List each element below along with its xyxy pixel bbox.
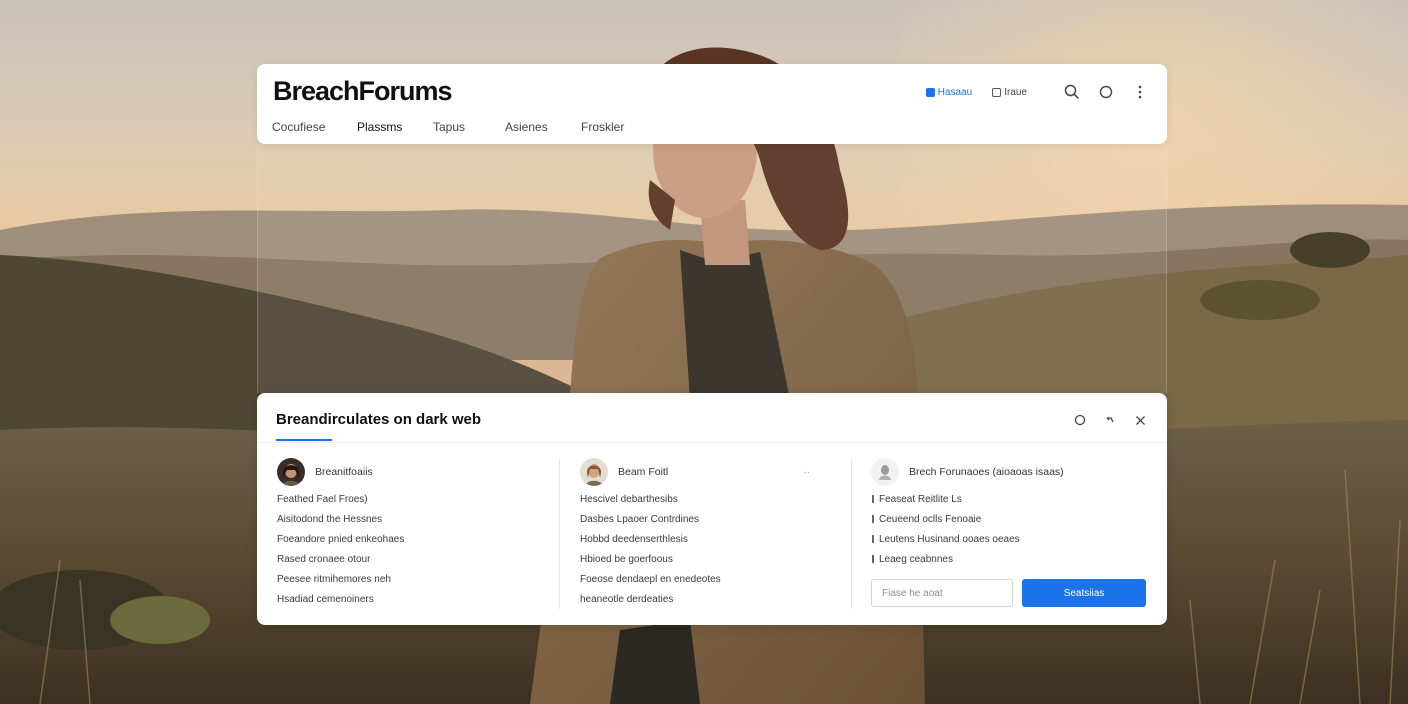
avatar	[580, 458, 608, 486]
bookmark-link[interactable]: Iraue	[992, 87, 1027, 98]
list-item[interactable]: Ceueend oclls Fenoaie	[871, 510, 1151, 530]
column-header[interactable]: Breanitfoaiis	[277, 457, 547, 487]
search-input[interactable]	[871, 579, 1013, 607]
list-item[interactable]: Hobbd deedenserthlesis	[580, 530, 830, 550]
thread-list: Hescivel debarthesibs Dasbes Lpaoer Cont…	[580, 490, 830, 610]
search-row: Seatsiias	[871, 579, 1146, 607]
avatar	[277, 458, 305, 486]
panel-divider	[257, 442, 1167, 443]
bullet-icon	[872, 555, 874, 563]
column-divider	[559, 459, 560, 609]
active-tab-indicator	[276, 439, 332, 441]
forum-column-3: Brech Forunaoes (aioaoas isaas) Feaseat …	[871, 457, 1151, 570]
bookmark-link-label: Iraue	[1004, 86, 1027, 98]
list-item[interactable]: Hsadiad cemenoiners	[277, 590, 547, 610]
search-icon	[1064, 84, 1080, 100]
glass-overlay	[257, 144, 1167, 393]
arrow-icon	[1106, 417, 1114, 423]
list-item[interactable]: Hbioed be goerfoous	[580, 550, 830, 570]
more-icon[interactable]: ··	[803, 467, 810, 478]
bullet-icon	[872, 495, 874, 503]
main-nav: Cocufiese Plassms Tapus Asienes Froskler	[272, 120, 641, 134]
column-title: Beam Foitl	[618, 466, 669, 478]
thread-list: Feaseat Reitlite Ls Ceueend oclls Fenoai…	[871, 490, 1151, 570]
list-item-label: Ceueend oclls Fenoaie	[879, 514, 982, 525]
column-divider	[851, 459, 852, 609]
nav-item-4[interactable]: Asienes	[505, 120, 581, 134]
forum-panel: Breandirculates on dark web Breanitfoaii…	[257, 393, 1167, 625]
panel-refresh-button[interactable]	[1071, 411, 1089, 429]
forum-column-1: Breanitfoaiis Feathed Fael Froes) Aisito…	[277, 457, 547, 610]
circle-icon	[1099, 85, 1113, 99]
panel-title: Breandirculates on dark web	[276, 411, 482, 428]
list-item[interactable]: Rased cronaee otour	[277, 550, 547, 570]
chat-link-label: Hasaau	[937, 86, 973, 98]
column-title: Brech Forunaoes (aioaoas isaas)	[909, 466, 1064, 478]
column-header[interactable]: Brech Forunaoes (aioaoas isaas)	[871, 457, 1151, 487]
column-header[interactable]: Beam Foitl ··	[580, 457, 830, 487]
bullet-icon	[872, 515, 874, 523]
list-item[interactable]: heaneotle derdeaties	[580, 590, 830, 610]
nav-item-5[interactable]: Froskler	[581, 120, 641, 134]
bookmark-icon	[992, 87, 1002, 97]
chat-link[interactable]: Hasaau	[925, 86, 973, 98]
list-item-label: Leutens Husinand ooaes oeaes	[879, 534, 1020, 545]
list-item[interactable]: Peesee ritmihemores neh	[277, 570, 547, 590]
panel-close-button[interactable]	[1131, 411, 1149, 429]
nav-item-1[interactable]: Cocufiese	[272, 120, 357, 134]
list-item-label: Leaeg ceabnnes	[879, 554, 953, 565]
more-options-button[interactable]	[1131, 83, 1149, 101]
nav-item-2[interactable]: Plassms	[357, 120, 433, 134]
panel-collapse-button[interactable]	[1101, 411, 1119, 429]
nav-item-3[interactable]: Tapus	[433, 120, 505, 134]
kebab-menu-icon	[1138, 85, 1142, 99]
top-navigation-card: BreachForums Cocufiese Plassms Tapus Asi…	[257, 64, 1167, 144]
search-submit-button[interactable]: Seatsiias	[1022, 579, 1146, 607]
avatar	[871, 458, 899, 486]
chat-icon	[925, 87, 935, 97]
list-item[interactable]: Feaseat Reitlite Ls	[871, 490, 1151, 510]
header-tools: Hasaau Iraue	[925, 83, 1149, 101]
bullet-icon	[872, 535, 874, 543]
site-logo[interactable]: BreachForums	[273, 76, 453, 107]
column-title: Breanitfoaiis	[315, 466, 373, 478]
thread-list: Feathed Fael Froes) Aisitodond the Hessn…	[277, 490, 547, 610]
forum-column-2: Beam Foitl ·· Hescivel debarthesibs Dasb…	[580, 457, 830, 610]
panel-actions	[1059, 411, 1149, 429]
close-icon	[1135, 415, 1145, 425]
list-item[interactable]: Leaeg ceabnnes	[871, 550, 1151, 570]
list-item[interactable]: Foeose dendaepl en enedeotes	[580, 570, 830, 590]
list-item[interactable]: Foeandore pnied enkeohaes	[277, 530, 547, 550]
circle-icon	[1074, 414, 1086, 426]
list-item[interactable]: Leutens Husinand ooaes oeaes	[871, 530, 1151, 550]
list-item[interactable]: Feathed Fael Froes)	[277, 490, 547, 510]
search-button[interactable]	[1063, 83, 1081, 101]
profile-button[interactable]	[1097, 83, 1115, 101]
list-item-label: Feaseat Reitlite Ls	[879, 494, 962, 505]
list-item[interactable]: Aisitodond the Hessnes	[277, 510, 547, 530]
list-item[interactable]: Hescivel debarthesibs	[580, 490, 830, 510]
list-item[interactable]: Dasbes Lpaoer Contrdines	[580, 510, 830, 530]
